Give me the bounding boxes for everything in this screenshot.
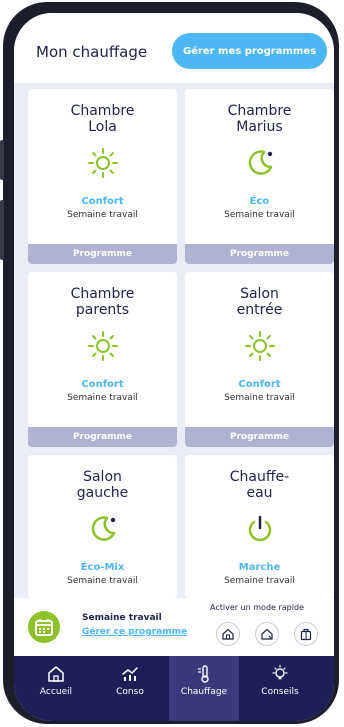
room-schedule: Semaine travail <box>67 393 138 403</box>
room-mode: Éco-Mix <box>80 562 125 573</box>
power-icon <box>248 515 271 542</box>
room-card[interactable]: Chambre parents Confort Semaine travail … <box>28 272 177 447</box>
nav-item-accueil[interactable]: Accueil <box>24 664 88 697</box>
program-button[interactable]: Programme <box>185 244 334 264</box>
sun-icon <box>87 331 118 361</box>
room-schedule: Semaine travail <box>67 576 138 586</box>
room-name: Salon gauche <box>76 469 129 501</box>
room-mode: Confort <box>81 379 124 390</box>
moon-icon <box>91 516 115 541</box>
page-title: Mon chauffage <box>36 43 148 61</box>
program-button[interactable]: Programme <box>28 427 177 447</box>
room-card[interactable]: Salon entrée Confort Semaine travail Pro… <box>185 272 334 447</box>
room-schedule: Semaine travail <box>224 576 295 586</box>
nav-item-chauffage[interactable]: Chauffage <box>172 664 236 697</box>
program-button[interactable]: Programme <box>28 244 177 264</box>
home-icon <box>48 666 64 682</box>
side-button <box>0 200 4 260</box>
home-mode-icon[interactable] <box>216 622 240 646</box>
sun-icon <box>87 148 118 178</box>
chart-icon <box>122 667 138 681</box>
room-card[interactable]: Chambre Marius Éco Semaine travail Progr… <box>185 89 334 264</box>
room-mode: Confort <box>81 196 124 207</box>
nav-label: Conso <box>116 687 144 697</box>
room-mode: Marche <box>238 562 281 573</box>
sun-icon <box>244 331 275 361</box>
bottom-nav: Accueil Conso Chauffage Conseils <box>14 656 334 721</box>
vacation-icon[interactable] <box>294 622 318 646</box>
nav-item-conseils[interactable]: Conseils <box>248 664 312 697</box>
nav-label: Conseils <box>261 687 299 697</box>
nav-label: Chauffage <box>180 687 228 697</box>
room-name: Chambre Lola <box>70 103 135 135</box>
room-card[interactable]: Chauffe- eau Marche Semaine travail <box>185 455 334 598</box>
room-card[interactable]: Salon gauche Éco-Mix Semaine travail <box>28 455 177 598</box>
quick-mode-bar: Semaine travail Gérer ce programme Activ… <box>14 598 334 656</box>
room-schedule: Semaine travail <box>67 210 138 220</box>
side-button <box>0 140 4 180</box>
quick-mode-label: Activer un mode rapide <box>210 603 304 612</box>
program-button[interactable]: Programme <box>185 427 334 447</box>
room-card[interactable]: Chambre Lola Confort Semaine travail Pro… <box>28 89 177 264</box>
bulb-icon <box>272 664 288 680</box>
nav-item-conso[interactable]: Conso <box>98 664 162 697</box>
room-mode: Éco <box>249 196 270 207</box>
room-schedule: Semaine travail <box>224 210 295 220</box>
nav-label: Accueil <box>39 687 73 697</box>
away-mode-icon[interactable] <box>255 622 279 646</box>
room-name: Chambre Marius <box>227 103 292 135</box>
room-name: Chauffe- eau <box>229 469 290 501</box>
current-schedule-name: Semaine travail <box>82 613 162 623</box>
room-schedule: Semaine travail <box>224 393 295 403</box>
thermometer-icon <box>198 665 209 683</box>
room-name: Salon entrée <box>236 286 283 318</box>
room-name: Chambre parents <box>70 286 135 318</box>
moon-icon <box>248 150 272 175</box>
phone-frame: Mon chauffage Gérer mes programmes Chamb… <box>3 2 339 724</box>
header: Mon chauffage Gérer mes programmes <box>14 13 334 83</box>
app-screen: Mon chauffage Gérer mes programmes Chamb… <box>14 13 334 721</box>
calendar-icon <box>28 611 60 643</box>
manage-schedule-link[interactable]: Gérer ce programme <box>82 627 187 637</box>
manage-programs-button[interactable]: Gérer mes programmes <box>172 33 327 69</box>
room-mode: Confort <box>238 379 281 390</box>
